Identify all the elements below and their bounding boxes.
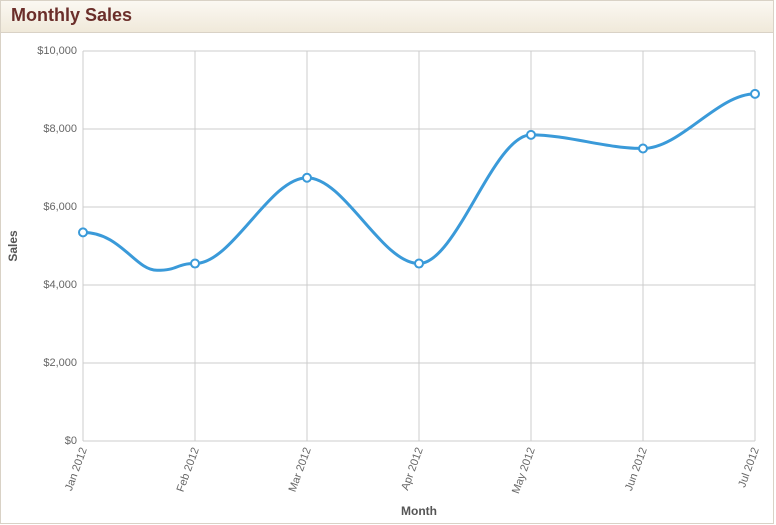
data-point-4 <box>527 131 535 139</box>
x-tick-3: Apr 2012 <box>399 446 426 492</box>
y-axis-label: Sales <box>6 230 20 262</box>
y-tick-4: $8,000 <box>43 123 77 135</box>
x-tick-6: Jul 2012 <box>736 446 762 489</box>
chart-plot-area: $0 $2,000 $4,000 $6,000 $8,000 $10,000 J… <box>1 33 773 523</box>
x-tick-0: Jan 2012 <box>63 446 90 493</box>
data-point-3 <box>415 260 423 268</box>
data-point-2 <box>303 174 311 182</box>
chart-card: Monthly Sales $0 $2,000 $ <box>0 0 774 524</box>
data-point-5 <box>639 145 647 153</box>
data-point-0 <box>79 228 87 236</box>
y-tick-2: $4,000 <box>43 279 77 291</box>
x-tick-1: Feb 2012 <box>175 446 202 494</box>
chart-title: Monthly Sales <box>11 5 132 25</box>
card-header: Monthly Sales <box>1 1 773 33</box>
x-tick-4: May 2012 <box>510 446 538 496</box>
data-point-6 <box>751 90 759 98</box>
grid-lines <box>83 51 755 441</box>
x-tick-5: Jun 2012 <box>623 446 650 493</box>
data-point-1 <box>191 260 199 268</box>
chart-svg: $0 $2,000 $4,000 $6,000 $8,000 $10,000 J… <box>1 33 775 523</box>
x-axis-label: Month <box>401 504 437 518</box>
y-tick-1: $2,000 <box>43 357 77 369</box>
x-tick-2: Mar 2012 <box>287 446 314 494</box>
y-tick-3: $6,000 <box>43 201 77 213</box>
y-tick-5: $10,000 <box>37 45 77 57</box>
y-tick-0: $0 <box>65 435 77 447</box>
